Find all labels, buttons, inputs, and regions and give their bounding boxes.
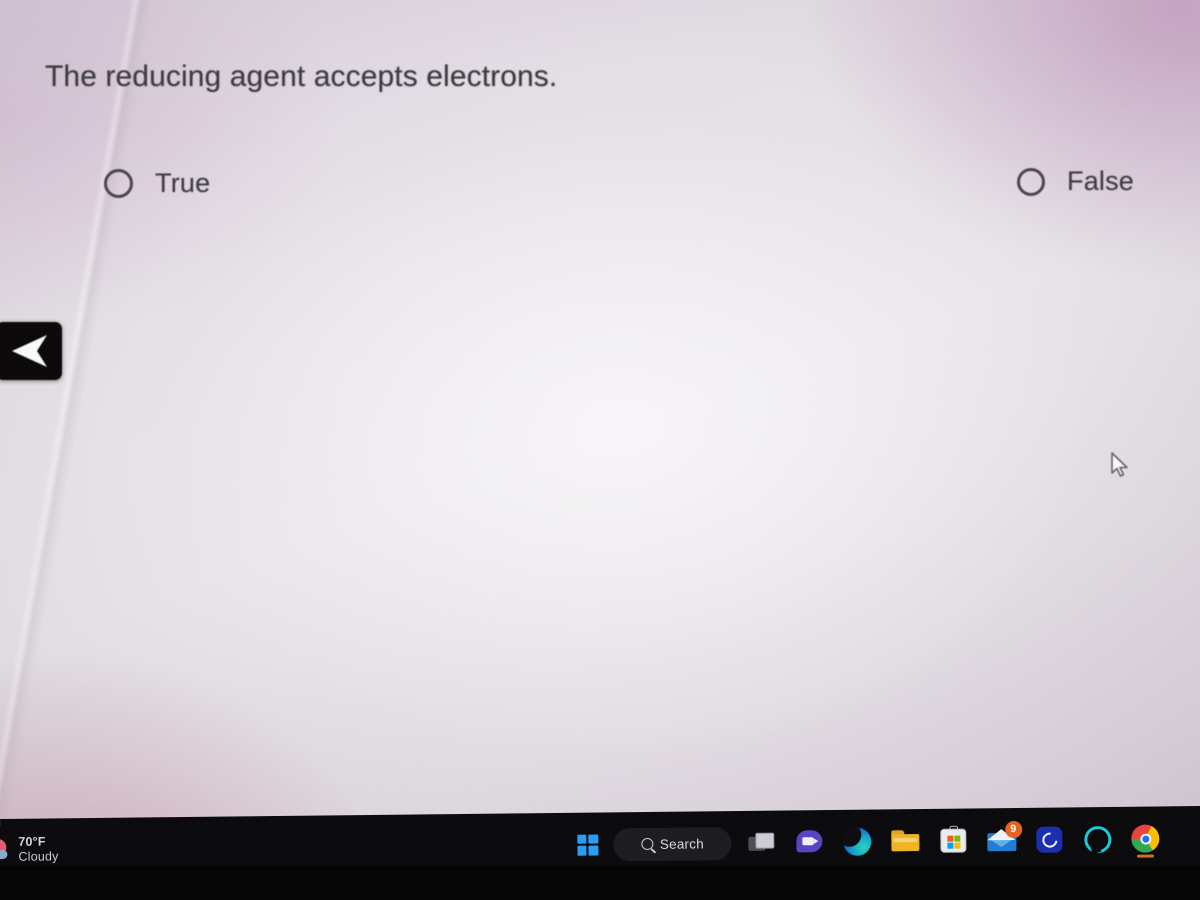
mouse-pointer-icon [1110, 452, 1132, 480]
option-true[interactable]: True [104, 168, 210, 199]
radio-false[interactable] [1017, 167, 1045, 196]
option-false-label: False [1067, 166, 1135, 196]
taskbar-item-teal-ring-app[interactable] [1073, 815, 1122, 864]
search-input[interactable]: Search [613, 826, 732, 861]
partly-cloudy-icon [0, 838, 12, 861]
search-label: Search [659, 835, 704, 852]
chrome-active-indicator [1137, 854, 1155, 858]
taskbar-icon-cluster: Search 9 [563, 814, 1169, 869]
edge-icon [843, 827, 872, 856]
taskbar-item-mail[interactable]: 9 [977, 816, 1026, 865]
mail-icon: 9 [986, 820, 1022, 852]
store-icon [940, 825, 967, 853]
monitor-bezel [0, 866, 1200, 900]
back-arrow-overlay[interactable] [0, 322, 62, 380]
taskbar-item-chat[interactable] [785, 818, 834, 867]
page-title: The reducing agent accepts electrons. [45, 60, 558, 93]
weather-condition: Cloudy [18, 849, 59, 864]
ring-icon [1083, 825, 1111, 853]
weather-widget[interactable]: 70°F Cloudy [0, 834, 59, 864]
teams-chat-icon [795, 829, 823, 855]
taskbar-item-blue-app[interactable] [1025, 815, 1074, 864]
taskbar-item-microsoft-store[interactable] [929, 816, 978, 865]
taskbar-item-microsoft-edge[interactable] [833, 817, 882, 866]
radio-true[interactable] [104, 169, 133, 198]
screenshot-root: The reducing agent accepts electrons. Tr… [0, 0, 1200, 900]
screen-content: The reducing agent accepts electrons. Tr… [0, 0, 1200, 826]
task-view-icon [748, 832, 775, 853]
taskbar-item-file-explorer[interactable] [881, 817, 930, 866]
circle-c-icon [1036, 826, 1063, 853]
taskbar-item-task-view[interactable] [737, 818, 786, 867]
option-true-label: True [155, 168, 211, 198]
option-false[interactable]: False [1017, 166, 1134, 197]
back-arrow-icon [7, 334, 51, 368]
taskbar-item-google-chrome[interactable] [1121, 814, 1170, 863]
folder-icon [891, 830, 920, 852]
chrome-icon [1131, 824, 1160, 853]
mail-unread-badge: 9 [1004, 820, 1022, 839]
windows-logo-icon [576, 834, 598, 856]
search-icon [640, 837, 653, 851]
start-button[interactable] [563, 820, 612, 869]
weather-temperature: 70°F [18, 834, 46, 849]
